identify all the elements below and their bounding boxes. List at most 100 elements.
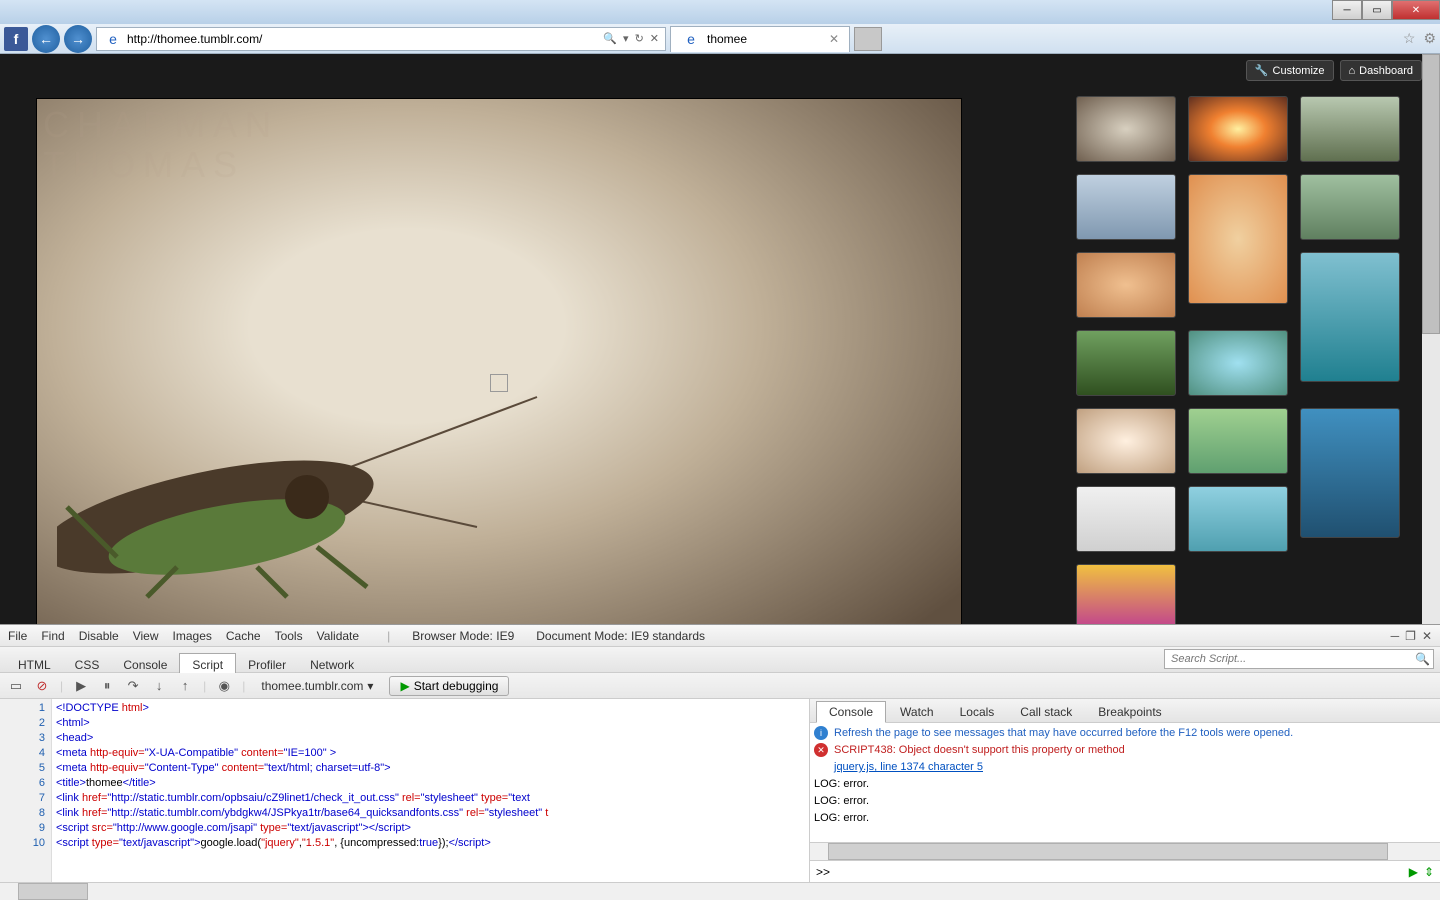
thumbnail[interactable] [1188,96,1288,162]
scrollbar-thumb[interactable] [1422,54,1440,334]
expand-icon[interactable]: ⇕ [1424,865,1434,879]
right-tab-watch[interactable]: Watch [888,702,946,722]
ie-icon: e [103,29,123,49]
devtools-menubar: File Find Disable View Images Cache Tools Valid… [0,625,1440,647]
forward-button[interactable]: → [64,25,92,53]
script-file-dropdown[interactable]: thomee.tumblr.com ▾ [255,679,379,693]
thumbnail[interactable] [1300,408,1400,538]
step-out-icon[interactable]: ↑ [177,678,193,694]
right-tab-console[interactable]: Console [816,701,886,723]
console-error-msg: SCRIPT438: Object doesn't support this p… [834,742,1125,759]
step-over-icon[interactable]: ↷ [125,678,141,694]
console-tabs: ConsoleWatchLocalsCall stackBreakpoints [810,699,1440,723]
menu-find[interactable]: Find [41,629,64,643]
menu-tools[interactable]: Tools [275,629,303,643]
thumbnail[interactable] [1300,252,1400,382]
refresh-icon[interactable]: ↻ [635,32,644,45]
code-lines[interactable]: <!DOCTYPE html><html><head><meta http-eq… [52,699,809,882]
menu-disable[interactable]: Disable [79,629,119,643]
menu-images[interactable]: Images [173,629,212,643]
favorites-icon[interactable]: ☆ [1403,30,1416,47]
step-into-icon[interactable]: ↓ [151,678,167,694]
start-debugging-button[interactable]: ▶ Start debugging [389,676,509,696]
error-icon: ✕ [814,743,828,757]
window-titlebar: ─ ▭ ✕ [0,0,1440,24]
browser-tab[interactable]: e thomee ✕ [670,26,850,52]
thumbnail[interactable] [1188,486,1288,552]
stop-icon[interactable]: ✕ [650,32,659,45]
page-content: 🔧Customize ⌂Dashboard CHAPMAN THOMAS [0,54,1440,624]
thumbnail[interactable] [1076,486,1176,552]
code-hscrollbar[interactable] [0,882,1440,900]
thumbnail[interactable] [1188,408,1288,474]
info-icon: i [814,726,828,740]
break-icon[interactable]: ◉ [216,678,232,694]
browser-mode-label: Browser Mode: IE9 [412,629,514,643]
thumbnail[interactable] [1300,96,1400,162]
document-mode-label: Document Mode: IE9 standards [536,629,705,643]
watermark: CHAPMAN THOMAS [43,105,279,184]
search-icon[interactable]: 🔍 [603,32,617,45]
thumbnail[interactable] [1300,174,1400,240]
clear-icon[interactable]: ⊘ [34,678,50,694]
devtools-toolbar: ▭ ⊘ | ▶ ⏸ ↷ ↓ ↑ | ◉ | thomee.tumblr.com … [0,673,1440,699]
wrench-icon: 🔧 [1255,64,1269,77]
console-input[interactable]: >> ▶ ⇕ [810,860,1440,882]
line-number-gutter: 12345678910 [0,699,52,882]
thumbnail[interactable] [1188,174,1288,304]
chevron-down-icon: ▾ [367,679,373,693]
thumbnail[interactable] [1076,252,1176,318]
thumbnail[interactable] [1076,174,1176,240]
pause-icon[interactable]: ⏸ [99,678,115,694]
menu-view[interactable]: View [133,629,159,643]
menu-validate[interactable]: Validate [317,629,359,643]
right-tab-breakpoints[interactable]: Breakpoints [1086,702,1173,722]
play-icon[interactable]: ▶ [73,678,89,694]
thumbnail[interactable] [1076,408,1176,474]
console-log-line: LOG: error. [814,793,1436,810]
search-script-input[interactable] [1164,649,1434,669]
menu-cache[interactable]: Cache [226,629,261,643]
source-code-pane[interactable]: 12345678910 <!DOCTYPE html><html><head><… [0,699,810,882]
page-scrollbar[interactable] [1422,54,1440,624]
home-icon: ⌂ [1349,65,1356,77]
facebook-icon[interactable]: f [4,27,28,51]
tab-favicon: e [681,29,701,49]
window-close-button[interactable]: ✕ [1392,0,1440,20]
error-source-link[interactable]: jquery.js, line 1374 character 5 [834,759,1436,776]
devtools-minimize-icon[interactable]: ─ [1391,629,1400,643]
window-maximize-button[interactable]: ▭ [1362,0,1392,20]
right-tab-call-stack[interactable]: Call stack [1008,702,1084,722]
address-bar[interactable]: e 🔍 ▾ ↻ ✕ [96,27,666,51]
run-icon[interactable]: ▶ [1409,865,1418,879]
dashboard-button[interactable]: ⌂Dashboard [1340,60,1422,81]
select-element-icon[interactable]: ▭ [8,678,24,694]
console-info-msg: Refresh the page to see messages that ma… [834,725,1293,742]
tab-close-icon[interactable]: ✕ [829,32,839,46]
search-icon[interactable]: 🔍 [1415,652,1430,666]
center-badge-icon [490,374,508,392]
main-photo[interactable]: CHAPMAN THOMAS [36,98,962,624]
grasshopper-illustration [57,387,557,607]
thumbnail[interactable] [1188,330,1288,396]
thumbnail[interactable] [1076,330,1176,396]
devtools-tabs: HTMLCSSConsoleScriptProfilerNetwork 🔍 [0,647,1440,673]
new-tab-button[interactable] [854,27,882,51]
back-button[interactable]: ← [32,25,60,53]
browser-toolbar: f ← → e 🔍 ▾ ↻ ✕ e thomee ✕ ☆ ⚙ [0,24,1440,54]
settings-gear-icon[interactable]: ⚙ [1423,30,1436,47]
devtools-undock-icon[interactable]: ❐ [1405,629,1416,643]
thumbnail[interactable] [1076,564,1176,624]
menu-file[interactable]: File [8,629,27,643]
devtools-close-icon[interactable]: ✕ [1422,629,1432,643]
right-tab-locals[interactable]: Locals [948,702,1007,722]
console-hscrollbar[interactable] [810,842,1440,860]
console-output[interactable]: i Refresh the page to see messages that … [810,723,1440,842]
play-icon: ▶ [400,679,409,693]
window-minimize-button[interactable]: ─ [1332,0,1362,20]
devtools-right-pane: ConsoleWatchLocalsCall stackBreakpoints … [810,699,1440,882]
thumbnail[interactable] [1076,96,1176,162]
url-input[interactable] [127,32,599,46]
customize-button[interactable]: 🔧Customize [1246,60,1334,81]
dropdown-icon[interactable]: ▾ [623,32,629,45]
